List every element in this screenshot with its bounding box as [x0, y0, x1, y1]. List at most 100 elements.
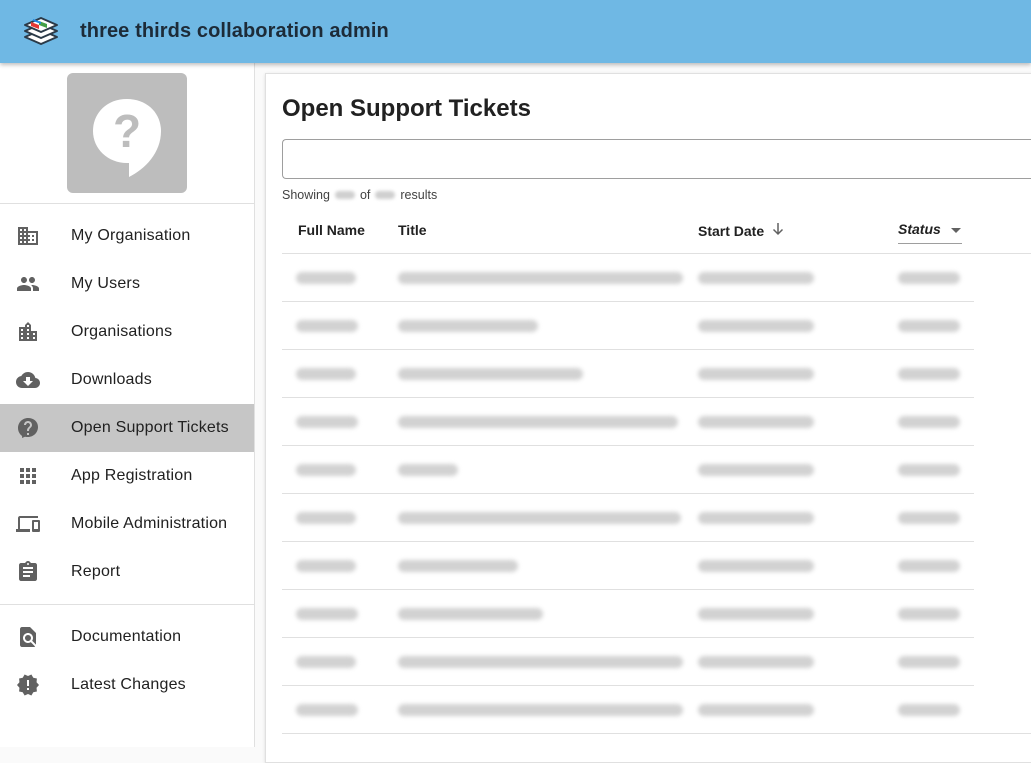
sidebar-item-latest-changes[interactable]: Latest Changes: [0, 661, 254, 709]
cell-status: [898, 320, 960, 332]
cell-status: [898, 272, 960, 284]
table-row[interactable]: [282, 398, 1031, 446]
table-row[interactable]: [282, 350, 1031, 398]
cell-start-date: [698, 416, 814, 428]
buildings-icon: [19, 322, 37, 341]
page-title: Open Support Tickets: [282, 95, 531, 122]
results-total-count: [375, 191, 396, 199]
cell-status: [898, 464, 960, 476]
cell-status: [898, 368, 960, 380]
table-row[interactable]: [282, 494, 1031, 542]
table-row[interactable]: [282, 686, 1031, 734]
cell-full-name: [296, 704, 358, 716]
column-header-title[interactable]: Title: [398, 222, 427, 238]
results-count: Showing of results: [282, 188, 437, 202]
sidebar-item-mobile-administration[interactable]: Mobile Administration: [0, 500, 254, 548]
sidebar-item-label: My Users: [71, 275, 141, 292]
cell-full-name: [296, 416, 358, 428]
cell-title: [398, 368, 583, 380]
sidebar-item-documentation[interactable]: Documentation: [0, 613, 254, 661]
cell-title: [398, 560, 518, 572]
apps-grid-icon: [20, 468, 36, 484]
stacked-books-logo-icon: [24, 17, 58, 45]
results-suffix: results: [400, 188, 438, 202]
results-shown-count: [334, 191, 355, 199]
cell-full-name: [296, 320, 358, 332]
app-title: three thirds collaboration admin: [80, 20, 389, 42]
cell-title: [398, 608, 543, 620]
cell-start-date: [698, 320, 814, 332]
cell-status: [898, 512, 960, 524]
cell-full-name: [296, 656, 356, 668]
tickets-panel: Open Support Tickets Showing of results …: [265, 73, 1031, 763]
new-releases-icon: [17, 674, 39, 696]
cell-full-name: [296, 560, 356, 572]
cell-full-name: [296, 464, 356, 476]
results-prefix: Showing: [282, 188, 330, 202]
help-circle-icon: [18, 418, 38, 438]
cell-status: [898, 608, 960, 620]
sidebar-item-label: Open Support Tickets: [71, 419, 229, 436]
sidebar: ? My Organisation My Users Organisations…: [0, 63, 255, 747]
cell-start-date: [698, 656, 814, 668]
cell-title: [398, 704, 683, 716]
column-header-full-name[interactable]: Full Name: [298, 222, 365, 238]
cell-title: [398, 320, 538, 332]
sidebar-item-downloads[interactable]: Downloads: [0, 356, 254, 404]
document-search-icon: [20, 627, 36, 647]
table-row[interactable]: [282, 638, 1031, 686]
sidebar-item-my-users[interactable]: My Users: [0, 260, 254, 308]
cell-status: [898, 416, 960, 428]
cell-full-name: [296, 272, 356, 284]
sidebar-item-label: Documentation: [71, 628, 182, 645]
sidebar-divider: [0, 203, 254, 204]
sidebar-item-report[interactable]: Report: [0, 548, 254, 596]
cell-start-date: [698, 704, 814, 716]
people-icon: [17, 277, 39, 291]
cell-full-name: [296, 368, 356, 380]
row-divider: [282, 733, 1031, 734]
search-input[interactable]: [282, 139, 1031, 179]
sidebar-divider: [0, 604, 254, 605]
column-header-status[interactable]: Status: [898, 221, 962, 244]
cell-title: [398, 416, 678, 428]
cell-start-date: [698, 560, 814, 572]
sidebar-item-label: Mobile Administration: [71, 515, 228, 532]
cell-title: [398, 464, 458, 476]
table-row[interactable]: [282, 254, 1031, 302]
sidebar-item-app-registration[interactable]: App Registration: [0, 452, 254, 500]
sidebar-item-label: Report: [71, 563, 121, 580]
sidebar-item-label: My Organisation: [71, 227, 191, 244]
cloud-download-icon: [16, 372, 40, 388]
building-icon: [18, 227, 38, 245]
devices-icon: [16, 516, 40, 532]
dropdown-arrow-icon: [950, 228, 961, 233]
avatar[interactable]: ?: [67, 73, 187, 193]
cell-full-name: [296, 608, 358, 620]
column-header-start-date[interactable]: Start Date: [698, 222, 784, 239]
sidebar-item-label: Organisations: [71, 323, 173, 340]
cell-start-date: [698, 608, 814, 620]
help-bubble-icon: ?: [93, 99, 161, 177]
table-row[interactable]: [282, 446, 1031, 494]
sidebar-item-label: Downloads: [71, 371, 152, 388]
table-row[interactable]: [282, 590, 1031, 638]
svg-text:?: ?: [113, 105, 141, 157]
table-row[interactable]: [282, 302, 1031, 350]
sidebar-item-label: Latest Changes: [71, 676, 186, 693]
results-middle: of: [359, 188, 371, 202]
cell-status: [898, 560, 960, 572]
arrow-down-icon: [773, 223, 784, 236]
clipboard-icon: [19, 561, 37, 581]
cell-title: [398, 512, 681, 524]
table-row[interactable]: [282, 542, 1031, 590]
cell-status: [898, 704, 960, 716]
sidebar-item-organisations[interactable]: Organisations: [0, 308, 254, 356]
cell-title: [398, 272, 683, 284]
sidebar-item-open-support-tickets[interactable]: Open Support Tickets: [0, 404, 254, 452]
sidebar-item-label: App Registration: [71, 467, 193, 484]
cell-status: [898, 656, 960, 668]
sidebar-item-my-organisation[interactable]: My Organisation: [0, 212, 254, 260]
cell-title: [398, 656, 683, 668]
cell-start-date: [698, 464, 814, 476]
